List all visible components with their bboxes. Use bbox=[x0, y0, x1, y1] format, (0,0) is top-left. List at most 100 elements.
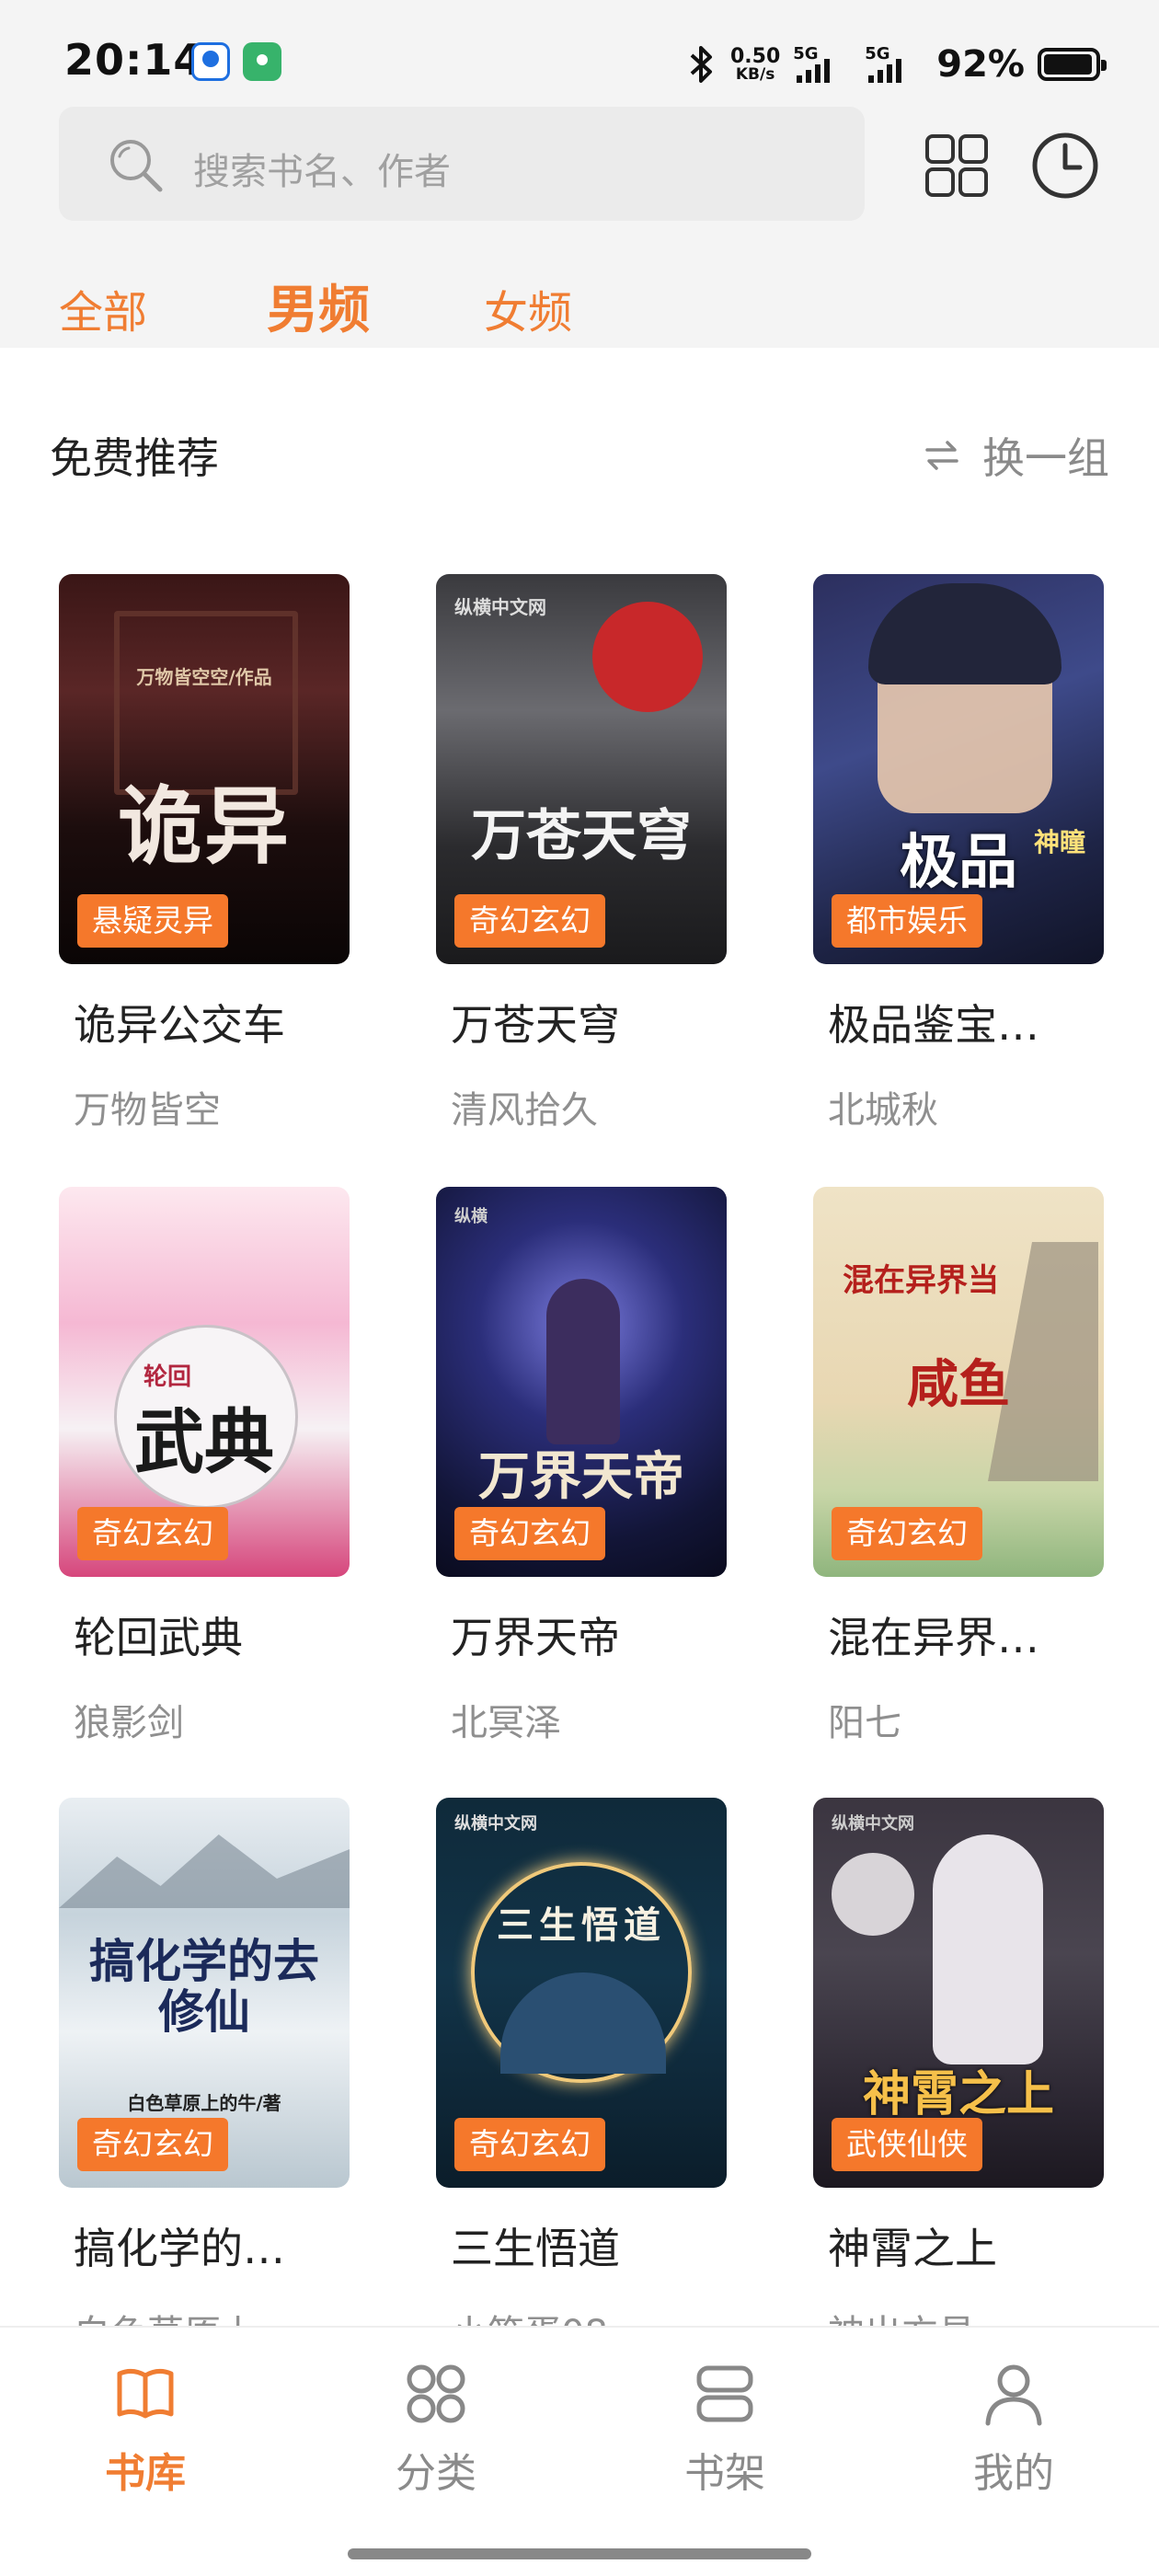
tab-all[interactable]: 全部 bbox=[59, 276, 147, 340]
status-time: 20:14 bbox=[64, 35, 204, 85]
cover-subtitle: 纵横 bbox=[454, 1207, 488, 1226]
cover-title: 三生悟道 bbox=[497, 1903, 666, 1947]
tab-female[interactable]: 女频 bbox=[484, 276, 572, 340]
book-title: 诡异公交车 bbox=[74, 1000, 285, 1050]
app-notification-icon bbox=[191, 42, 230, 81]
net-speed-value: 0.50 bbox=[729, 44, 781, 68]
book-cover[interactable]: 万物皆空空/作品 诡异 悬疑灵异 bbox=[59, 574, 350, 964]
cover-subtitle: 纵横中文网 bbox=[832, 1814, 914, 1834]
search-placeholder: 搜索书名、作者 bbox=[193, 151, 451, 193]
book-title: 万界天帝 bbox=[451, 1613, 620, 1662]
battery-icon bbox=[1038, 48, 1107, 81]
book-cover[interactable]: 纵横 万界天帝 奇幻玄幻 bbox=[436, 1187, 727, 1577]
cover-subtitle: 白色草原上的牛/著 bbox=[127, 2092, 281, 2114]
nav-item-profile[interactable]: 我的 bbox=[931, 2361, 1096, 2499]
nav-label: 书架 bbox=[684, 2450, 765, 2497]
nav-label: 我的 bbox=[973, 2450, 1054, 2497]
book-title: 极品鉴宝… bbox=[828, 1000, 1039, 1050]
genre-tag: 奇幻玄幻 bbox=[77, 2118, 228, 2171]
book-author: 北城秋 bbox=[828, 1089, 938, 1132]
book-author: 万物皆空 bbox=[74, 1089, 221, 1132]
cover-title: 诡异 bbox=[117, 776, 291, 876]
bluetooth-icon bbox=[686, 44, 717, 85]
cover-title: 万苍天穹 bbox=[471, 804, 692, 868]
tab-male[interactable]: 男频 bbox=[267, 269, 370, 343]
genre-tag: 都市娱乐 bbox=[832, 894, 982, 948]
book-author: 清风拾久 bbox=[451, 1089, 598, 1132]
status-bar: 20:14 0.50 KB/s 5G 5G 92% bbox=[0, 0, 1159, 110]
history-button[interactable] bbox=[1030, 131, 1100, 201]
book-card[interactable]: 纵横 万界天帝 奇幻玄幻 万界天帝 北冥泽 bbox=[436, 1187, 727, 1746]
book-author: 阳七 bbox=[828, 1702, 901, 1744]
profile-icon bbox=[985, 2364, 1042, 2426]
refresh-label: 换一组 bbox=[982, 433, 1109, 483]
book-title: 三生悟道 bbox=[451, 2224, 620, 2273]
book-title: 混在异界… bbox=[828, 1613, 1039, 1662]
genre-tag: 奇幻玄幻 bbox=[454, 2118, 605, 2171]
nav-label: 书库 bbox=[105, 2450, 186, 2497]
refresh-button[interactable]: 换一组 bbox=[924, 425, 1109, 486]
cover-title: 咸鱼 bbox=[907, 1354, 1010, 1415]
book-cover[interactable]: 纵横中文网 三生悟道 奇幻玄幻 bbox=[436, 1798, 727, 2188]
book-title: 万苍天穹 bbox=[451, 1000, 620, 1050]
home-indicator[interactable] bbox=[348, 2548, 811, 2559]
cover-title: 万界天帝 bbox=[478, 1446, 684, 1507]
book-title: 神霄之上 bbox=[828, 2224, 997, 2273]
book-card[interactable]: 混在异界当 咸鱼 奇幻玄幻 混在异界… 阳七 bbox=[813, 1187, 1104, 1746]
book-cover[interactable]: 神瞳 极品 都市娱乐 bbox=[813, 574, 1104, 964]
genre-tag: 奇幻玄幻 bbox=[77, 1507, 228, 1560]
book-card[interactable]: 轮回 武典 奇幻玄幻 轮回武典 狼影剑 bbox=[59, 1187, 350, 1746]
nav-label: 分类 bbox=[396, 2450, 476, 2497]
nav-item-category[interactable]: 分类 bbox=[353, 2361, 519, 2499]
category-tabs: 全部 男频 女频 bbox=[0, 269, 1159, 342]
book-author: 北冥泽 bbox=[451, 1702, 561, 1744]
book-cover[interactable]: 混在异界当 咸鱼 奇幻玄幻 bbox=[813, 1187, 1104, 1577]
cover-subtitle: 纵横中文网 bbox=[454, 596, 546, 618]
nav-item-bookshelf[interactable]: 书架 bbox=[642, 2361, 808, 2499]
book-title: 轮回武典 bbox=[74, 1613, 243, 1662]
cover-subtitle: 纵横中文网 bbox=[454, 1814, 537, 1834]
search-input[interactable]: 搜索书名、作者 bbox=[59, 107, 865, 221]
book-card[interactable]: 搞化学的去修仙 白色草原上的牛/著 奇幻玄幻 搞化学的… 白色草原上… bbox=[59, 1798, 350, 2357]
book-cover[interactable]: 轮回 武典 奇幻玄幻 bbox=[59, 1187, 350, 1577]
battery-percent: 92% bbox=[936, 43, 1025, 86]
signal-icon: 5G bbox=[793, 44, 852, 85]
net-speed: 0.50 KB/s bbox=[729, 44, 781, 84]
net-speed-unit: KB/s bbox=[735, 64, 775, 84]
genre-tag: 奇幻玄幻 bbox=[454, 894, 605, 948]
book-card[interactable]: 神瞳 极品 都市娱乐 极品鉴宝… 北城秋 bbox=[813, 574, 1104, 1133]
book-card[interactable]: 纵横中文网 三生悟道 奇幻玄幻 三生悟道 小笨蛋08 bbox=[436, 1798, 727, 2357]
signal-icon: 5G bbox=[865, 44, 924, 85]
cover-title: 神霄之上 bbox=[862, 2066, 1054, 2122]
book-cover[interactable]: 纵横中文网 万苍天穹 奇幻玄幻 bbox=[436, 574, 727, 964]
cover-title: 武典 bbox=[134, 1401, 274, 1483]
bottom-nav: 书库 分类 书架 我的 bbox=[0, 2326, 1159, 2576]
book-title: 搞化学的… bbox=[74, 2224, 285, 2273]
genre-tag: 悬疑灵异 bbox=[77, 894, 228, 948]
cover-title: 搞化学的去修仙 bbox=[89, 1934, 319, 2039]
genre-tag: 奇幻玄幻 bbox=[454, 1507, 605, 1560]
book-cover[interactable]: 纵横中文网 神霄之上 武侠仙侠 bbox=[813, 1798, 1104, 2188]
nav-item-library[interactable]: 书库 bbox=[63, 2361, 228, 2499]
category-grid-button[interactable] bbox=[924, 132, 990, 199]
genre-tag: 奇幻玄幻 bbox=[832, 1507, 982, 1560]
book-author: 狼影剑 bbox=[74, 1702, 184, 1744]
book-card[interactable]: 纵横中文网 万苍天穹 奇幻玄幻 万苍天穹 清风拾久 bbox=[436, 574, 727, 1133]
book-card[interactable]: 万物皆空空/作品 诡异 悬疑灵异 诡异公交车 万物皆空 bbox=[59, 574, 350, 1133]
book-cover[interactable]: 搞化学的去修仙 白色草原上的牛/著 奇幻玄幻 bbox=[59, 1798, 350, 2188]
genre-tag: 武侠仙侠 bbox=[832, 2118, 982, 2171]
cover-title: 极品 bbox=[900, 828, 1017, 897]
bookshelf-icon bbox=[696, 2365, 753, 2422]
book-card[interactable]: 纵横中文网 神霄之上 武侠仙侠 神霄之上 神出方見 bbox=[813, 1798, 1104, 2357]
search-icon bbox=[107, 136, 166, 199]
status-indicators: 0.50 KB/s 5G 5G 92% bbox=[686, 37, 1107, 92]
section-title: 免费推荐 bbox=[50, 433, 219, 483]
nfc-icon bbox=[243, 42, 281, 81]
cover-subtitle: 万物皆空空/作品 bbox=[136, 666, 272, 688]
clock-icon bbox=[1032, 132, 1098, 199]
category-grid-icon bbox=[407, 2364, 465, 2423]
book-open-icon bbox=[117, 2368, 174, 2419]
cover-subtitle: 混在异界当 bbox=[843, 1262, 999, 1299]
refresh-icon bbox=[925, 441, 958, 470]
grid-icon bbox=[925, 134, 988, 197]
